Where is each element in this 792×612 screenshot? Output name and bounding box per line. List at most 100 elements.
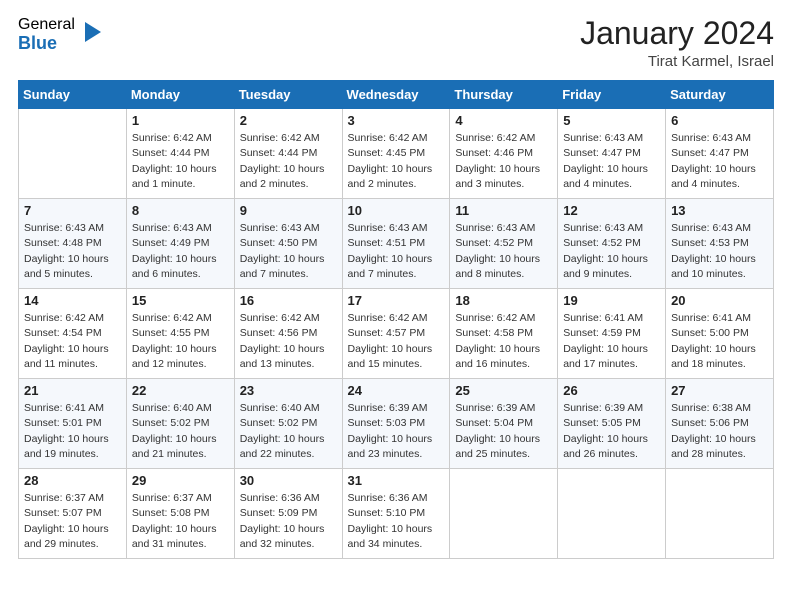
cell-sun-info: Sunrise: 6:43 AMSunset: 4:49 PMDaylight:… (132, 221, 229, 282)
calendar-week-row: 14Sunrise: 6:42 AMSunset: 4:54 PMDayligh… (19, 289, 774, 379)
cell-sun-info: Sunrise: 6:43 AMSunset: 4:47 PMDaylight:… (671, 131, 768, 192)
col-thursday: Thursday (450, 81, 558, 109)
cell-day-number: 29 (132, 473, 229, 488)
cell-day-number: 7 (24, 203, 121, 218)
cell-day-number: 9 (240, 203, 337, 218)
table-row: 9 Sunrise: 6:43 AMSunset: 4:50 PMDaylight… (234, 199, 342, 289)
table-row: 30 Sunrise: 6:36 AMSunset: 5:09 PMDayligh… (234, 469, 342, 559)
table-row: 7 Sunrise: 6:43 AMSunset: 4:48 PMDaylight… (19, 199, 127, 289)
cell-sun-info: Sunrise: 6:37 AMSunset: 5:08 PMDaylight:… (132, 491, 229, 552)
col-monday: Monday (126, 81, 234, 109)
table-row: 4 Sunrise: 6:42 AMSunset: 4:46 PMDaylight… (450, 109, 558, 199)
table-row: 24 Sunrise: 6:39 AMSunset: 5:03 PMDayligh… (342, 379, 450, 469)
logo: General Blue (18, 16, 107, 53)
calendar-week-row: 7 Sunrise: 6:43 AMSunset: 4:48 PMDaylight… (19, 199, 774, 289)
table-row: 23Sunrise: 6:40 AMSunset: 5:02 PMDayligh… (234, 379, 342, 469)
logo-icon (79, 18, 107, 46)
cell-sun-info: Sunrise: 6:38 AMSunset: 5:06 PMDaylight:… (671, 401, 768, 462)
cell-day-number: 25 (455, 383, 552, 398)
table-row: 20 Sunrise: 6:41 AMSunset: 5:00 PMDayligh… (666, 289, 774, 379)
cell-day-number: 6 (671, 113, 768, 128)
cell-day-number: 23 (240, 383, 337, 398)
cell-sun-info: Sunrise: 6:43 AMSunset: 4:47 PMDaylight:… (563, 131, 660, 192)
calendar-header-row: Sunday Monday Tuesday Wednesday Thursday… (19, 81, 774, 109)
cell-sun-info: Sunrise: 6:42 AMSunset: 4:57 PMDaylight:… (348, 311, 445, 372)
cell-sun-info: Sunrise: 6:42 AMSunset: 4:56 PMDaylight:… (240, 311, 337, 372)
table-row: 11 Sunrise: 6:43 AMSunset: 4:52 PMDayligh… (450, 199, 558, 289)
cell-day-number: 11 (455, 203, 552, 218)
logo-blue: Blue (18, 34, 75, 54)
table-row: 5 Sunrise: 6:43 AMSunset: 4:47 PMDaylight… (558, 109, 666, 199)
cell-sun-info: Sunrise: 6:36 AMSunset: 5:10 PMDaylight:… (348, 491, 445, 552)
table-row: 12 Sunrise: 6:43 AMSunset: 4:52 PMDayligh… (558, 199, 666, 289)
cell-sun-info: Sunrise: 6:43 AMSunset: 4:50 PMDaylight:… (240, 221, 337, 282)
table-row: 27 Sunrise: 6:38 AMSunset: 5:06 PMDayligh… (666, 379, 774, 469)
logo-text: General Blue (18, 16, 75, 53)
cell-day-number: 8 (132, 203, 229, 218)
cell-day-number: 24 (348, 383, 445, 398)
cell-day-number: 30 (240, 473, 337, 488)
header: General Blue January 2024 Tirat Karmel, … (18, 16, 774, 70)
table-row: 18Sunrise: 6:42 AMSunset: 4:58 PMDayligh… (450, 289, 558, 379)
cell-day-number: 10 (348, 203, 445, 218)
cell-sun-info: Sunrise: 6:43 AMSunset: 4:52 PMDaylight:… (563, 221, 660, 282)
cell-sun-info: Sunrise: 6:42 AMSunset: 4:44 PMDaylight:… (132, 131, 229, 192)
cell-sun-info: Sunrise: 6:39 AMSunset: 5:03 PMDaylight:… (348, 401, 445, 462)
logo-general: General (18, 16, 75, 34)
table-row: 22Sunrise: 6:40 AMSunset: 5:02 PMDayligh… (126, 379, 234, 469)
table-row (19, 109, 127, 199)
cell-sun-info: Sunrise: 6:36 AMSunset: 5:09 PMDaylight:… (240, 491, 337, 552)
month-title: January 2024 (580, 16, 774, 51)
cell-sun-info: Sunrise: 6:43 AMSunset: 4:51 PMDaylight:… (348, 221, 445, 282)
calendar-week-row: 1Sunrise: 6:42 AMSunset: 4:44 PMDaylight… (19, 109, 774, 199)
cell-sun-info: Sunrise: 6:42 AMSunset: 4:58 PMDaylight:… (455, 311, 552, 372)
cell-sun-info: Sunrise: 6:43 AMSunset: 4:53 PMDaylight:… (671, 221, 768, 282)
col-sunday: Sunday (19, 81, 127, 109)
table-row (450, 469, 558, 559)
cell-day-number: 27 (671, 383, 768, 398)
table-row: 10 Sunrise: 6:43 AMSunset: 4:51 PMDayligh… (342, 199, 450, 289)
calendar-week-row: 28 Sunrise: 6:37 AMSunset: 5:07 PMDayligh… (19, 469, 774, 559)
cell-day-number: 3 (348, 113, 445, 128)
cell-sun-info: Sunrise: 6:42 AMSunset: 4:55 PMDaylight:… (132, 311, 229, 372)
cell-day-number: 14 (24, 293, 121, 308)
cell-day-number: 31 (348, 473, 445, 488)
table-row: 19Sunrise: 6:41 AMSunset: 4:59 PMDayligh… (558, 289, 666, 379)
cell-sun-info: Sunrise: 6:39 AMSunset: 5:05 PMDaylight:… (563, 401, 660, 462)
cell-sun-info: Sunrise: 6:39 AMSunset: 5:04 PMDaylight:… (455, 401, 552, 462)
cell-sun-info: Sunrise: 6:43 AMSunset: 4:52 PMDaylight:… (455, 221, 552, 282)
title-block: January 2024 Tirat Karmel, Israel (580, 16, 774, 70)
cell-day-number: 17 (348, 293, 445, 308)
cell-sun-info: Sunrise: 6:42 AMSunset: 4:46 PMDaylight:… (455, 131, 552, 192)
cell-sun-info: Sunrise: 6:41 AMSunset: 5:00 PMDaylight:… (671, 311, 768, 372)
cell-day-number: 2 (240, 113, 337, 128)
calendar-week-row: 21Sunrise: 6:41 AMSunset: 5:01 PMDayligh… (19, 379, 774, 469)
table-row: 1Sunrise: 6:42 AMSunset: 4:44 PMDaylight… (126, 109, 234, 199)
cell-day-number: 16 (240, 293, 337, 308)
cell-day-number: 28 (24, 473, 121, 488)
cell-day-number: 5 (563, 113, 660, 128)
table-row: 8 Sunrise: 6:43 AMSunset: 4:49 PMDaylight… (126, 199, 234, 289)
table-row (558, 469, 666, 559)
cell-day-number: 15 (132, 293, 229, 308)
cell-sun-info: Sunrise: 6:41 AMSunset: 5:01 PMDaylight:… (24, 401, 121, 462)
cell-day-number: 19 (563, 293, 660, 308)
table-row: 15 Sunrise: 6:42 AMSunset: 4:55 PMDayligh… (126, 289, 234, 379)
cell-sun-info: Sunrise: 6:43 AMSunset: 4:48 PMDaylight:… (24, 221, 121, 282)
table-row: 25 Sunrise: 6:39 AMSunset: 5:04 PMDayligh… (450, 379, 558, 469)
cell-sun-info: Sunrise: 6:37 AMSunset: 5:07 PMDaylight:… (24, 491, 121, 552)
calendar-table: Sunday Monday Tuesday Wednesday Thursday… (18, 80, 774, 559)
table-row: 28 Sunrise: 6:37 AMSunset: 5:07 PMDayligh… (19, 469, 127, 559)
cell-day-number: 4 (455, 113, 552, 128)
col-friday: Friday (558, 81, 666, 109)
cell-day-number: 20 (671, 293, 768, 308)
location-title: Tirat Karmel, Israel (580, 53, 774, 70)
table-row: 2 Sunrise: 6:42 AMSunset: 4:44 PMDaylight… (234, 109, 342, 199)
cell-day-number: 12 (563, 203, 660, 218)
table-row (666, 469, 774, 559)
cell-day-number: 13 (671, 203, 768, 218)
calendar-page: General Blue January 2024 Tirat Karmel, … (0, 0, 792, 612)
table-row: 31 Sunrise: 6:36 AMSunset: 5:10 PMDayligh… (342, 469, 450, 559)
cell-sun-info: Sunrise: 6:42 AMSunset: 4:44 PMDaylight:… (240, 131, 337, 192)
table-row: 21Sunrise: 6:41 AMSunset: 5:01 PMDayligh… (19, 379, 127, 469)
